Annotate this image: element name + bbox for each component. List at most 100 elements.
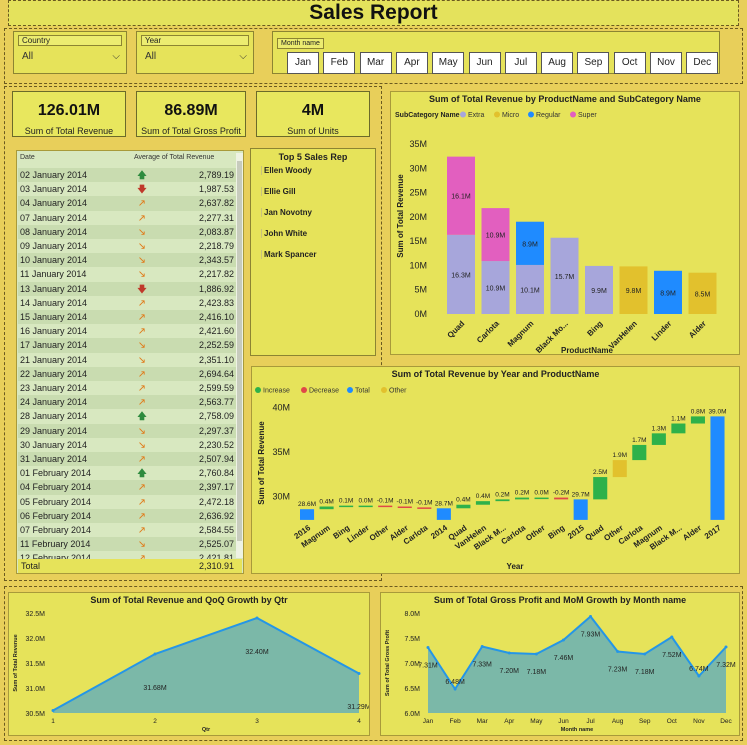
table-row[interactable]: 21 January 2014 🡖 2,351.10 [18, 352, 236, 367]
legend-entry[interactable]: Super [578, 112, 597, 119]
waterfall-bar[interactable] [632, 444, 647, 461]
data-point[interactable] [670, 635, 674, 639]
waterfall-bar[interactable] [358, 505, 373, 508]
legend-entry[interactable]: Total [355, 388, 370, 395]
legend-entry[interactable]: Regular [536, 112, 561, 119]
table-row[interactable]: 24 January 2014 🡕 2,563.77 [18, 395, 236, 410]
table-row[interactable]: 23 January 2014 🡕 2,599.59 [18, 381, 236, 396]
waterfall-bar[interactable] [515, 497, 530, 500]
data-label: 32.40M [245, 649, 269, 656]
waterfall-bar[interactable] [456, 504, 471, 509]
table-row[interactable]: 17 January 2014 🡖 2,252.59 [18, 338, 236, 353]
month-button-oct[interactable]: Oct [613, 52, 646, 74]
table-row[interactable]: 29 January 2014 🡖 2,297.37 [18, 423, 236, 438]
legend-entry[interactable]: Other [389, 388, 407, 395]
data-point[interactable] [480, 645, 484, 648]
month-button-mar[interactable]: Mar [359, 52, 392, 74]
data-point[interactable] [51, 709, 55, 712]
table-header-date[interactable]: Date [20, 154, 35, 161]
data-point[interactable] [426, 646, 430, 649]
table-row[interactable]: 09 January 2014 🡖 2,218.79 [18, 239, 236, 254]
table-row[interactable]: 13 January 2014 🡇 1,886.92 [18, 281, 236, 296]
country-slicer[interactable]: Country All ⌵ [13, 31, 127, 74]
row-value: 2,416.10 [198, 312, 234, 322]
waterfall-bar[interactable] [593, 477, 608, 500]
waterfall-bar[interactable] [710, 416, 725, 520]
scrollbar-thumb[interactable] [237, 161, 242, 541]
table-row[interactable]: 05 February 2014 🡕 2,472.18 [18, 494, 236, 509]
table-row[interactable]: 11 January 2014 🡖 2,217.82 [18, 267, 236, 282]
waterfall-bar[interactable] [690, 416, 705, 424]
waterfall-bar[interactable] [573, 499, 588, 520]
waterfall-bar[interactable] [671, 423, 686, 434]
data-point[interactable] [453, 687, 457, 691]
waterfall-bar[interactable] [417, 507, 432, 509]
table-row[interactable]: 10 January 2014 🡖 2,343.57 [18, 253, 236, 268]
waterfall-bar[interactable] [554, 497, 569, 500]
month-button-dec[interactable]: Dec [686, 52, 719, 74]
waterfall-bar[interactable] [651, 433, 666, 445]
table-row[interactable]: 22 January 2014 🡕 2,694.64 [18, 366, 236, 381]
table-row[interactable]: 08 January 2014 🡖 2,083.87 [18, 224, 236, 239]
table-row[interactable]: 30 January 2014 🡖 2,230.52 [18, 437, 236, 452]
row-value: 2,351.10 [198, 354, 234, 365]
waterfall-bar[interactable] [378, 505, 393, 508]
waterfall-bar[interactable] [534, 497, 549, 500]
waterfall-bar[interactable] [436, 508, 451, 520]
table-row[interactable]: 14 January 2014 🡕 2,423.83 [18, 295, 236, 310]
legend-entry[interactable]: Micro [502, 112, 519, 119]
table-row[interactable]: 04 January 2014 🡕 2,637.82 [18, 196, 236, 211]
month-button-jun[interactable]: Jun [468, 52, 501, 74]
year-slicer[interactable]: Year All ⌵ [136, 31, 254, 74]
legend-entry[interactable]: Increase [263, 388, 290, 395]
data-point[interactable] [643, 652, 647, 656]
chevron-down-icon[interactable]: ⌵ [112, 51, 120, 62]
country-dropdown[interactable]: All ⌵ [22, 51, 120, 62]
month-button-may[interactable]: May [432, 52, 465, 74]
data-point[interactable] [534, 652, 538, 656]
month-button-apr[interactable]: Apr [395, 52, 428, 74]
legend-entry[interactable]: Decrease [309, 388, 339, 395]
table-row[interactable]: 06 February 2014 🡕 2,636.92 [18, 508, 236, 523]
month-button-jul[interactable]: Jul [504, 52, 537, 74]
month-button-nov[interactable]: Nov [650, 52, 682, 74]
table-row[interactable]: 16 January 2014 🡕 2,421.60 [18, 324, 236, 339]
waterfall-bar[interactable] [300, 509, 315, 520]
month-button-aug[interactable]: Aug [541, 52, 574, 74]
data-point[interactable] [724, 645, 728, 649]
data-point[interactable] [589, 615, 593, 618]
waterfall-bar[interactable] [319, 506, 334, 510]
table-row[interactable]: 01 February 2014 🡅 2,760.84 [18, 466, 236, 481]
table-row[interactable]: 11 February 2014 🡖 2,525.07 [18, 537, 236, 552]
data-point[interactable] [255, 616, 259, 620]
data-point[interactable] [616, 650, 620, 653]
data-label: -0.1M [377, 498, 394, 505]
table-row[interactable]: 02 January 2014 🡅 2,789.19 [18, 168, 236, 183]
year-dropdown[interactable]: All ⌵ [145, 51, 247, 62]
table-row[interactable]: 31 January 2014 🡕 2,507.94 [18, 452, 236, 467]
month-button-jan[interactable]: Jan [287, 52, 319, 74]
data-point[interactable] [561, 638, 565, 642]
table-scrollbar[interactable] [236, 153, 243, 558]
data-point[interactable] [153, 652, 157, 656]
waterfall-bar[interactable] [339, 505, 354, 508]
table-row[interactable]: 04 February 2014 🡕 2,397.17 [18, 480, 236, 495]
table-row[interactable]: 15 January 2014 🡕 2,416.10 [18, 310, 236, 325]
table-row[interactable]: 07 January 2014 🡕 2,277.31 [18, 210, 236, 225]
data-point[interactable] [357, 672, 361, 675]
waterfall-bar[interactable] [495, 499, 510, 502]
waterfall-bar[interactable] [612, 460, 627, 478]
month-button-sep[interactable]: Sep [577, 52, 610, 74]
chevron-down-icon[interactable]: ⌵ [239, 51, 247, 62]
data-point[interactable] [507, 651, 511, 655]
table-header-avg[interactable]: Average of Total Revenue [134, 154, 214, 161]
table-row[interactable]: 07 February 2014 🡕 2,584.55 [18, 523, 236, 538]
waterfall-bar[interactable] [397, 506, 412, 509]
data-point[interactable] [697, 674, 701, 678]
date-revenue-table[interactable]: Date Average of Total Revenue 02 January… [16, 150, 244, 574]
table-row[interactable]: 28 January 2014 🡅 2,758.09 [18, 409, 236, 424]
month-button-feb[interactable]: Feb [323, 52, 356, 74]
waterfall-bar[interactable] [475, 501, 490, 505]
legend-entry[interactable]: Extra [468, 112, 484, 119]
table-row[interactable]: 03 January 2014 🡇 1,987.53 [18, 182, 236, 197]
